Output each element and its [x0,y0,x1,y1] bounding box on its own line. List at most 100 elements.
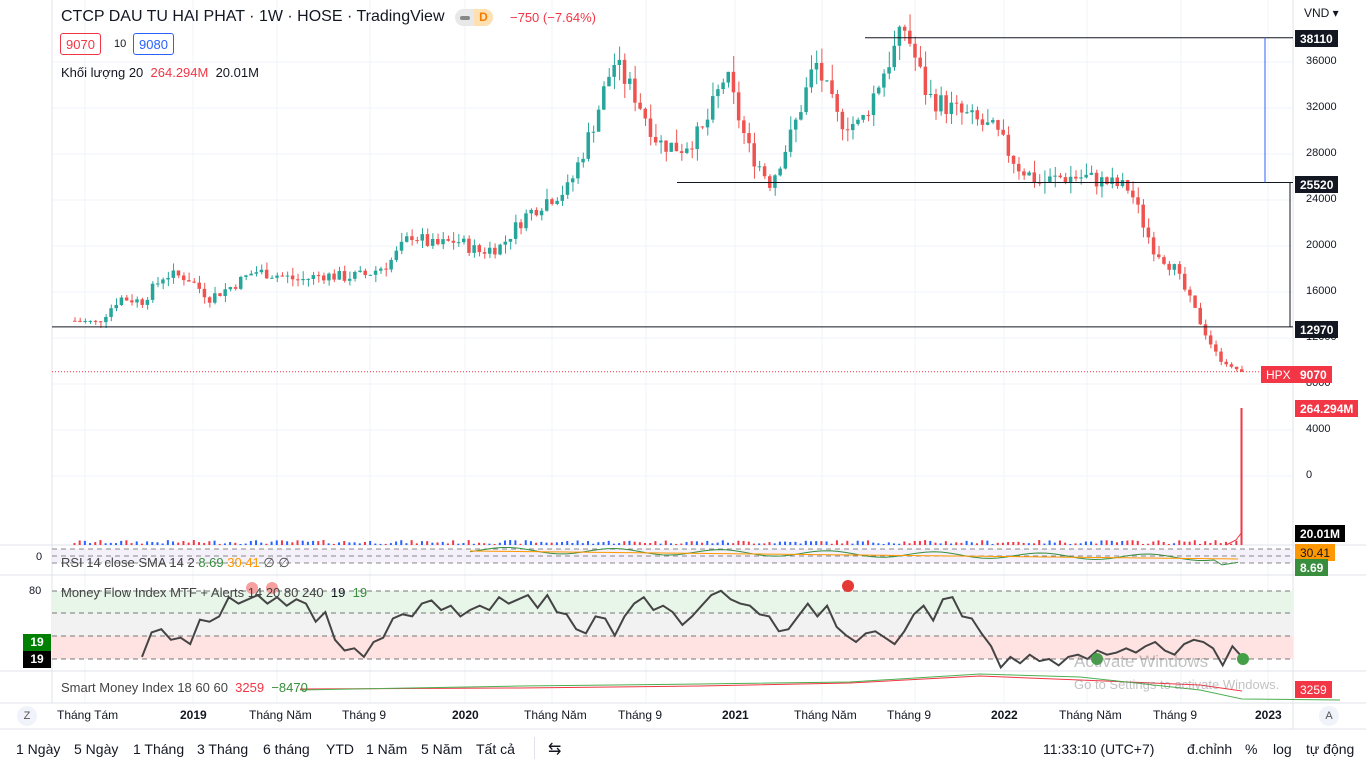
volume-bar [804,540,807,545]
percent-button[interactable]: % [1245,741,1257,757]
candle [612,64,616,77]
price-tick: 0 [1306,469,1313,481]
candle [78,320,82,322]
volume-bar [488,543,491,545]
candle [913,43,917,58]
range-button[interactable]: 1 Tháng [133,741,184,757]
zoom-reset-button[interactable]: Z [17,706,37,726]
volume-bar [877,543,880,545]
buy-button[interactable]: 9080 [133,33,174,55]
range-button[interactable]: 1 Ngày [16,741,60,757]
volume-bar [810,541,813,545]
volume-bar [73,543,76,545]
interval-toggle[interactable]: D [455,9,493,26]
candle [498,244,502,255]
level-label-low: 12970 [1295,321,1339,338]
candle [1214,344,1218,352]
candle [207,297,212,303]
candle [871,93,876,116]
volume-bar [280,540,283,545]
volume-bar [384,543,387,545]
volume-bar [727,542,730,545]
volume-bar [1173,543,1176,545]
range-button[interactable]: 6 tháng [263,741,310,757]
range-button[interactable]: 5 Ngày [74,741,118,757]
candle [804,87,808,113]
watermark-title: Activate Windows [1074,652,1209,671]
volume-bar [1084,541,1087,545]
time-tick: 2020 [452,708,479,722]
volume-bar [1001,542,1004,545]
adjust-button[interactable]: đ.chỉnh [1187,741,1232,757]
candle [415,240,419,242]
volume-bar [986,540,989,545]
currency-selector[interactable]: VND ▾ [1304,6,1339,20]
range-button[interactable]: Tất cả [476,741,515,757]
auto-button[interactable]: tự động [1306,741,1354,757]
candle [555,200,559,204]
volume-bar [78,540,81,545]
volume-bar [540,541,543,545]
volume-bar [389,543,392,545]
candle [851,123,855,131]
candle [700,126,705,128]
candle [876,87,881,94]
candle [1162,257,1166,264]
volume-bar [1131,540,1134,545]
range-button[interactable]: YTD [326,741,354,757]
candle [835,94,839,112]
volume-bar [970,542,973,545]
volume-bar [742,540,745,545]
volume-bar [758,543,761,545]
range-button[interactable]: 3 Tháng [197,741,248,757]
volume-bar [446,543,449,545]
candle [1193,295,1197,308]
range-button[interactable]: 1 Năm [366,741,407,757]
candle [280,275,284,277]
candle [1157,254,1161,258]
candle [332,273,336,280]
candle [1229,364,1234,367]
watermark-subtitle: Go to Settings to activate Windows. [1074,677,1280,692]
range-button[interactable]: 5 Năm [421,741,462,757]
volume-bar [820,541,823,545]
volume-bar [918,541,921,545]
volume-bar [431,542,434,545]
rsi-label: RSI 14 close SMA 14 2 [61,555,195,570]
volume-bar [343,541,346,545]
candle [742,120,746,134]
candle [197,282,201,289]
candle [814,62,819,70]
candle [124,297,129,301]
candle [1146,227,1151,238]
sell-button[interactable]: 9070 [60,33,101,55]
candle [394,250,399,260]
rsi-sma: 30.41 [227,555,260,570]
candle [861,114,865,120]
candle [233,287,238,289]
candle [897,26,902,46]
auto-scale-button[interactable]: A [1319,706,1339,726]
volume-bar [203,542,206,545]
log-button[interactable]: log [1273,741,1292,757]
candle [778,168,782,176]
date-range-icon[interactable]: ⇆ [548,739,561,759]
volume-bar [690,541,693,545]
candle [1177,264,1182,274]
candle [446,239,450,241]
candle [648,118,653,137]
candle [939,95,943,112]
candle [290,275,295,280]
volume-bar [291,542,294,545]
candle [845,129,850,131]
volume-bar [1033,543,1036,545]
candle [513,222,518,239]
candle [602,86,606,110]
candle [825,80,829,82]
volume-bar [535,542,538,545]
volume-bar [260,542,263,545]
candle [928,94,933,96]
volume-bar [1240,408,1243,545]
candle [840,111,845,130]
volume-bar [426,541,429,545]
